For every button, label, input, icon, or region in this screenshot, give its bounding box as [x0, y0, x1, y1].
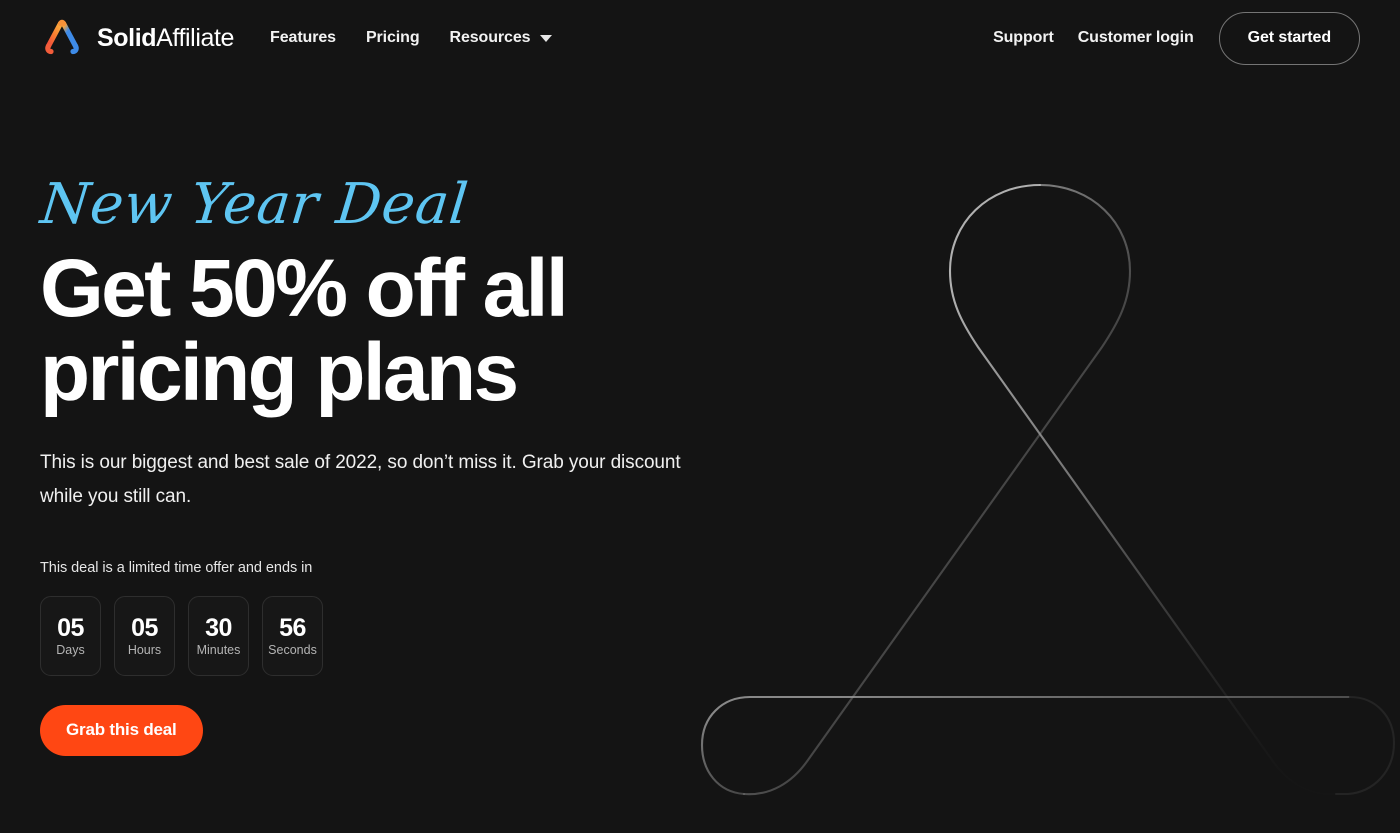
- nav-item-resources[interactable]: Resources: [450, 29, 553, 47]
- countdown-unit-days: 05 Days: [40, 595, 101, 676]
- site-header: SolidAffiliate Features Pricing Resource…: [0, 0, 1400, 76]
- brand-logo-link[interactable]: SolidAffiliate: [40, 17, 234, 59]
- hero-title-line-2: pricing plans: [40, 326, 519, 418]
- countdown-value: 05: [57, 613, 84, 642]
- hero-section: New Year Deal Get 50% off all pricing pl…: [0, 76, 760, 756]
- countdown-timer: 05 Days 05 Hours 30 Minutes 56 Seconds: [40, 595, 760, 676]
- countdown-unit-label: Minutes: [196, 642, 241, 657]
- hero-title-line-1: Get 50% off all: [40, 243, 569, 334]
- nav-item-features[interactable]: Features: [270, 29, 336, 47]
- nav-item-support[interactable]: Support: [993, 29, 1054, 47]
- nav-item-customer-login[interactable]: Customer login: [1078, 29, 1194, 47]
- countdown-unit-label: Days: [56, 642, 85, 657]
- brand-name-light: Affiliate: [156, 23, 235, 52]
- countdown-unit-seconds: 56 Seconds: [262, 595, 323, 676]
- brand-name: SolidAffiliate: [97, 23, 235, 52]
- countdown-value: 30: [205, 613, 232, 642]
- countdown-unit-label: Hours: [127, 642, 162, 657]
- countdown-unit-hours: 05 Hours: [114, 595, 175, 676]
- countdown-value: 05: [131, 613, 158, 642]
- hero-title: Get 50% off all pricing plans: [40, 247, 640, 414]
- solid-affiliate-triangle-logo-icon: [40, 17, 84, 59]
- get-started-button[interactable]: Get started: [1218, 11, 1360, 65]
- brand-name-bold: Solid: [97, 23, 157, 52]
- secondary-navigation: Support Customer login Get started: [993, 11, 1360, 65]
- countdown-value: 56: [279, 613, 306, 642]
- background-triangle-mark: [700, 155, 1400, 805]
- chevron-down-icon: [540, 34, 553, 42]
- grab-this-deal-button[interactable]: Grab this deal: [40, 704, 203, 756]
- countdown-unit-label: Seconds: [268, 642, 317, 657]
- countdown-label: This deal is a limited time offer and en…: [40, 559, 313, 576]
- primary-navigation: Features Pricing Resources: [270, 29, 553, 47]
- hero-subtitle: This is our biggest and best sale of 202…: [40, 452, 681, 508]
- hero-eyebrow: New Year Deal: [37, 172, 472, 237]
- countdown-unit-minutes: 30 Minutes: [188, 595, 249, 676]
- nav-item-resources-label: Resources: [449, 29, 531, 46]
- nav-item-pricing[interactable]: Pricing: [366, 29, 420, 47]
